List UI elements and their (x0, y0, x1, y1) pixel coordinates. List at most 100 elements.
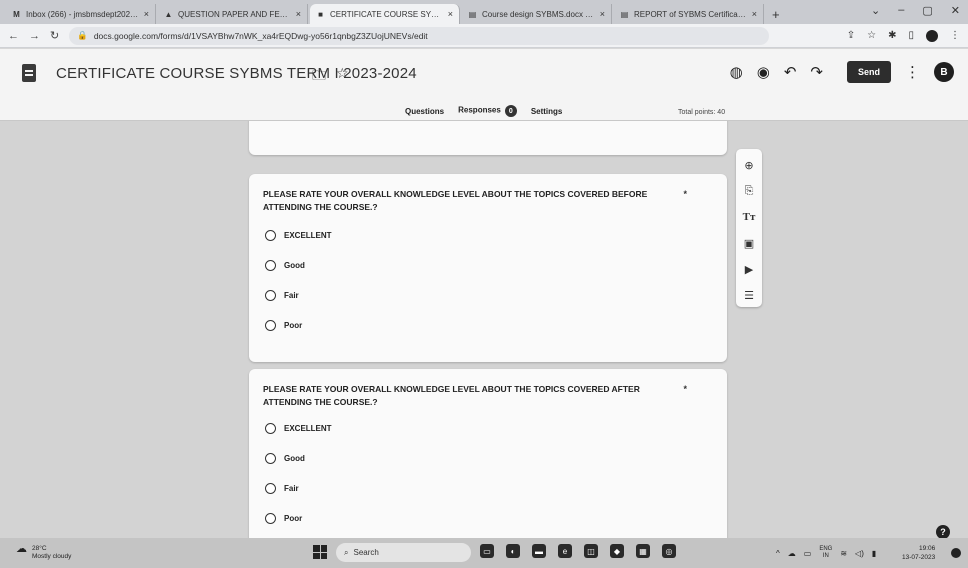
help-icon[interactable]: ? (936, 525, 950, 538)
forms-icon: ■ (318, 9, 323, 19)
palette-icon[interactable]: ◍ (730, 63, 743, 81)
radio-button[interactable] (265, 260, 276, 271)
url-input[interactable]: 🔒 docs.google.com/forms/d/1VSAYBhw7nWK_x… (69, 26, 770, 45)
edge-icon[interactable]: e (558, 544, 572, 558)
question-card[interactable]: PLEASE RATE YOUR OVERALL KNOWLEDGE LEVEL… (249, 369, 727, 538)
browser-tab[interactable]: ▤ REPORT of SYBMS Certificate Co × (614, 4, 764, 24)
notification-icon[interactable] (951, 548, 961, 558)
option-fair[interactable]: Fair (265, 483, 299, 494)
preview-icon[interactable]: ◉ (757, 63, 770, 81)
radio-button[interactable] (265, 483, 276, 494)
minimize-icon[interactable]: – (898, 4, 904, 17)
add-question-icon[interactable]: ⊕ (741, 157, 757, 173)
option-fair[interactable]: Fair (265, 290, 299, 301)
store-icon[interactable]: ◫ (584, 544, 598, 558)
taskbar-search[interactable]: ⌕ Search (336, 543, 471, 562)
chrome-icon[interactable]: ◎ (662, 544, 676, 558)
radio-button[interactable] (265, 513, 276, 524)
battery-icon[interactable]: ▮ (872, 549, 876, 558)
display-icon[interactable]: ▭ (804, 549, 812, 558)
tab-label: QUESTION PAPER AND FEEDBAC (178, 9, 291, 19)
option-good[interactable]: Good (265, 260, 305, 271)
forward-icon[interactable]: → (29, 30, 40, 42)
photos-icon[interactable]: ▦ (636, 544, 650, 558)
option-poor[interactable]: Poor (265, 513, 302, 524)
radio-button[interactable] (265, 230, 276, 241)
radio-button[interactable] (265, 423, 276, 434)
taskbar-clock[interactable]: 19:06 13-07-2023 (902, 544, 935, 562)
add-video-icon[interactable]: ▶ (741, 261, 757, 277)
browser-tab[interactable]: M Inbox (266) - jmsbmsdept2021@ × (6, 4, 156, 24)
tab-label: CERTIFICATE COURSE SYBMS TEI (330, 9, 443, 19)
onedrive-icon[interactable]: ☁ (788, 549, 796, 558)
close-icon[interactable]: × (296, 9, 301, 19)
option-poor[interactable]: Poor (265, 320, 302, 331)
forms-logo-icon[interactable] (22, 64, 36, 82)
task-view-icon[interactable]: ▭ (480, 544, 494, 558)
menu-icon[interactable]: ⋮ (950, 30, 960, 41)
avatar[interactable]: B (934, 62, 954, 82)
option-excellent[interactable]: EXCELLENT (265, 423, 332, 434)
windows-start-icon[interactable] (313, 545, 327, 559)
file-explorer-icon[interactable]: ▬ (532, 544, 546, 558)
extensions-icon[interactable]: ✱ (888, 30, 896, 41)
question-title[interactable]: PLEASE RATE YOUR OVERALL KNOWLEDGE LEVEL… (263, 383, 673, 409)
back-icon[interactable]: ← (8, 30, 19, 42)
option-label: Fair (284, 291, 299, 300)
tab-questions[interactable]: Questions (405, 107, 445, 126)
option-excellent[interactable]: EXCELLENT (265, 230, 332, 241)
more-options-icon[interactable]: ⋮ (905, 63, 920, 81)
browser-tab-active[interactable]: ■ CERTIFICATE COURSE SYBMS TEI × (310, 4, 460, 24)
question-title[interactable]: PLEASE RATE YOUR OVERALL KNOWLEDGE LEVEL… (263, 188, 673, 214)
radio-button[interactable] (265, 453, 276, 464)
app-icon[interactable]: ◆ (610, 544, 624, 558)
chat-icon[interactable]: ◐ (506, 544, 520, 558)
close-icon[interactable]: ✕ (951, 4, 960, 17)
send-button[interactable]: Send (846, 61, 891, 83)
radio-button[interactable] (265, 320, 276, 331)
star-icon[interactable]: ☆ (867, 30, 876, 41)
form-title[interactable]: CERTIFICATE COURSE SYBMS TERM I 2023-202… (56, 65, 417, 82)
reload-icon[interactable]: ↻ (50, 29, 59, 42)
folder-icon[interactable]: 🗀 (312, 65, 326, 89)
language-indicator[interactable]: ENG IN (819, 546, 832, 560)
sidebar-icon[interactable]: ▯ (908, 30, 914, 41)
maximize-icon[interactable]: ▢ (922, 4, 932, 17)
weather-temp: 28°C (32, 545, 47, 552)
chevron-up-icon[interactable]: ^ (776, 549, 780, 558)
close-icon[interactable]: × (448, 9, 453, 19)
add-section-icon[interactable]: ☰ (741, 287, 757, 303)
new-tab-button[interactable]: + (766, 7, 786, 24)
option-good[interactable]: Good (265, 453, 305, 464)
redo-icon[interactable]: ↷ (810, 63, 823, 81)
system-tray: ^ ☁ ▭ ENG IN ≋ ◁) ▮ (776, 546, 876, 560)
add-title-icon[interactable]: Tт (741, 209, 757, 225)
option-label: EXCELLENT (284, 424, 332, 433)
close-icon[interactable]: × (752, 9, 757, 19)
docs-icon: ▤ (620, 9, 629, 19)
tab-settings[interactable]: Settings (531, 107, 563, 120)
responses-count-badge: 0 (504, 105, 517, 117)
browser-tab[interactable]: ▲ QUESTION PAPER AND FEEDBAC × (158, 4, 308, 24)
share-icon[interactable]: ⇪ (847, 30, 855, 41)
weather-widget[interactable]: ☁ 28°C Mostly cloudy (16, 544, 71, 561)
form-canvas: PLEASE RATE YOUR OVERALL KNOWLEDGE LEVEL… (0, 121, 968, 538)
close-icon[interactable]: × (600, 9, 605, 19)
chevron-down-icon[interactable]: ⌄ (871, 4, 880, 17)
browser-tab[interactable]: ▤ Course design SYBMS.docx - Go × (462, 4, 612, 24)
profile-icon[interactable] (926, 29, 938, 42)
undo-icon[interactable]: ↶ (784, 63, 797, 81)
add-image-icon[interactable]: ▣ (741, 235, 757, 251)
cloud-icon: ☁ (16, 543, 27, 555)
total-points: Total points: 40 (678, 109, 726, 116)
previous-question-card[interactable] (249, 121, 727, 155)
star-icon[interactable]: ☆ (336, 65, 349, 89)
wifi-icon[interactable]: ≋ (840, 549, 847, 558)
import-questions-icon[interactable]: ⎘ (741, 183, 757, 199)
volume-icon[interactable]: ◁) (855, 549, 864, 558)
tab-responses[interactable]: Responses 0 (458, 105, 517, 121)
question-card[interactable]: PLEASE RATE YOUR OVERALL KNOWLEDGE LEVEL… (249, 174, 727, 362)
radio-button[interactable] (265, 290, 276, 301)
option-label: Poor (284, 321, 303, 330)
close-icon[interactable]: × (144, 9, 149, 19)
